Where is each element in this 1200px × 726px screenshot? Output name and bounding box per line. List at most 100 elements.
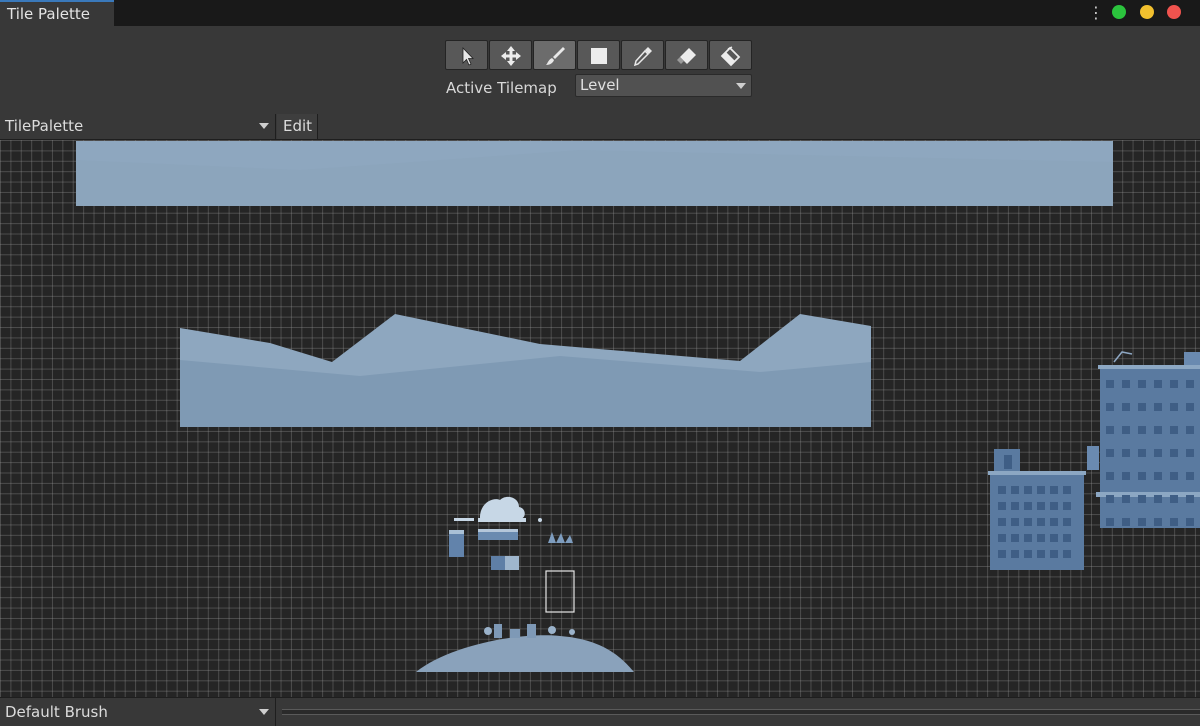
building-window: [998, 502, 1006, 510]
sky-tile[interactable]: [76, 141, 1113, 206]
tab-title: Tile Palette: [7, 5, 90, 23]
building-window: [1154, 518, 1162, 526]
building-window: [1154, 495, 1162, 503]
brush-bar: Default Brush: [0, 697, 1200, 726]
box-fill-icon: [591, 48, 607, 64]
building-window: [1186, 449, 1194, 457]
building-window: [1186, 518, 1194, 526]
brush-size-slider[interactable]: [282, 709, 1200, 715]
chevron-down-icon: [259, 123, 269, 129]
building-window: [1186, 403, 1194, 411]
select-tool-button[interactable]: [445, 40, 488, 70]
mountains-tile[interactable]: [180, 314, 871, 427]
building-window: [1186, 472, 1194, 480]
eraser-icon: [677, 48, 696, 64]
paintbrush-icon: [546, 47, 565, 65]
building-window: [1024, 550, 1032, 558]
green-window-button[interactable]: [1112, 5, 1126, 19]
building-window: [1106, 380, 1114, 388]
edit-label: Edit: [283, 117, 313, 135]
small-building-tile[interactable]: [988, 449, 1086, 570]
erase-tool-button[interactable]: [665, 40, 708, 70]
prop-tiles[interactable]: [449, 496, 575, 613]
building-window: [1050, 550, 1058, 558]
paint-tool-button[interactable]: [533, 40, 576, 70]
building-window: [1106, 449, 1114, 457]
tool-toolbar: Active Tilemap Level: [0, 26, 1200, 114]
palette-bar: TilePalette Edit: [0, 114, 1200, 140]
move-arrows-icon: [501, 46, 521, 66]
building-window: [1154, 426, 1162, 434]
building-window: [1138, 472, 1146, 480]
building-window: [1037, 502, 1045, 510]
building-window: [1170, 472, 1178, 480]
brush-dropdown[interactable]: Default Brush: [0, 698, 276, 726]
building-window: [1063, 502, 1071, 510]
building-window: [1170, 518, 1178, 526]
building-window: [1186, 495, 1194, 503]
building-window: [1170, 449, 1178, 457]
building-window: [1037, 550, 1045, 558]
pick-tool-button[interactable]: [621, 40, 664, 70]
tall-building-tile[interactable]: [1087, 351, 1200, 528]
building-window: [1037, 486, 1045, 494]
palette-grid[interactable]: [0, 140, 1200, 697]
building-window: [1122, 426, 1130, 434]
building-window: [1170, 495, 1178, 503]
building-window: [1050, 518, 1058, 526]
building-window: [1050, 534, 1058, 542]
building-window: [1170, 380, 1178, 388]
building-window: [1154, 449, 1162, 457]
building-window: [1154, 380, 1162, 388]
building-window: [1122, 449, 1130, 457]
hill-tile[interactable]: [416, 624, 634, 672]
chevron-down-icon: [736, 83, 746, 89]
building-window: [1037, 534, 1045, 542]
building-window: [1050, 486, 1058, 494]
building-window: [1138, 426, 1146, 434]
active-tilemap-label: Active Tilemap: [446, 79, 557, 97]
paint-bucket-icon: [720, 46, 741, 67]
move-tool-button[interactable]: [489, 40, 532, 70]
building-window: [1011, 502, 1019, 510]
building-window: [1154, 403, 1162, 411]
edit-palette-button[interactable]: Edit: [277, 114, 318, 139]
palette-dropdown[interactable]: TilePalette: [0, 114, 276, 139]
building-window: [1050, 502, 1058, 510]
box-fill-tool-button[interactable]: [577, 40, 620, 70]
building-window: [1024, 518, 1032, 526]
red-window-button[interactable]: [1167, 5, 1181, 19]
building-window: [1011, 486, 1019, 494]
building-window: [1106, 495, 1114, 503]
building-window: [1122, 380, 1130, 388]
building-window: [1138, 380, 1146, 388]
building-window: [1063, 518, 1071, 526]
building-window: [1063, 550, 1071, 558]
building-window: [1011, 550, 1019, 558]
building-window: [1106, 518, 1114, 526]
tile-palette-tab[interactable]: Tile Palette: [0, 0, 114, 26]
building-window: [1186, 426, 1194, 434]
building-window: [1024, 534, 1032, 542]
building-window: [1154, 472, 1162, 480]
chevron-down-icon: [259, 709, 269, 715]
building-window: [1170, 403, 1178, 411]
palette-value: TilePalette: [5, 117, 84, 135]
window-title-bar: Tile Palette ⋮: [0, 0, 1200, 26]
active-tilemap-dropdown[interactable]: Level: [575, 74, 752, 97]
building-window: [1170, 426, 1178, 434]
yellow-window-button[interactable]: [1140, 5, 1154, 19]
active-tilemap-value: Level: [580, 76, 620, 94]
building-window: [1011, 518, 1019, 526]
arrow-cursor-icon: [462, 47, 474, 66]
building-window: [998, 550, 1006, 558]
building-window: [1186, 380, 1194, 388]
building-window: [998, 486, 1006, 494]
brush-value: Default Brush: [5, 703, 108, 721]
building-window: [998, 518, 1006, 526]
kebab-menu-icon[interactable]: ⋮: [1088, 3, 1104, 23]
flood-fill-tool-button[interactable]: [709, 40, 752, 70]
building-window: [1024, 502, 1032, 510]
building-window: [998, 534, 1006, 542]
building-window: [1138, 449, 1146, 457]
